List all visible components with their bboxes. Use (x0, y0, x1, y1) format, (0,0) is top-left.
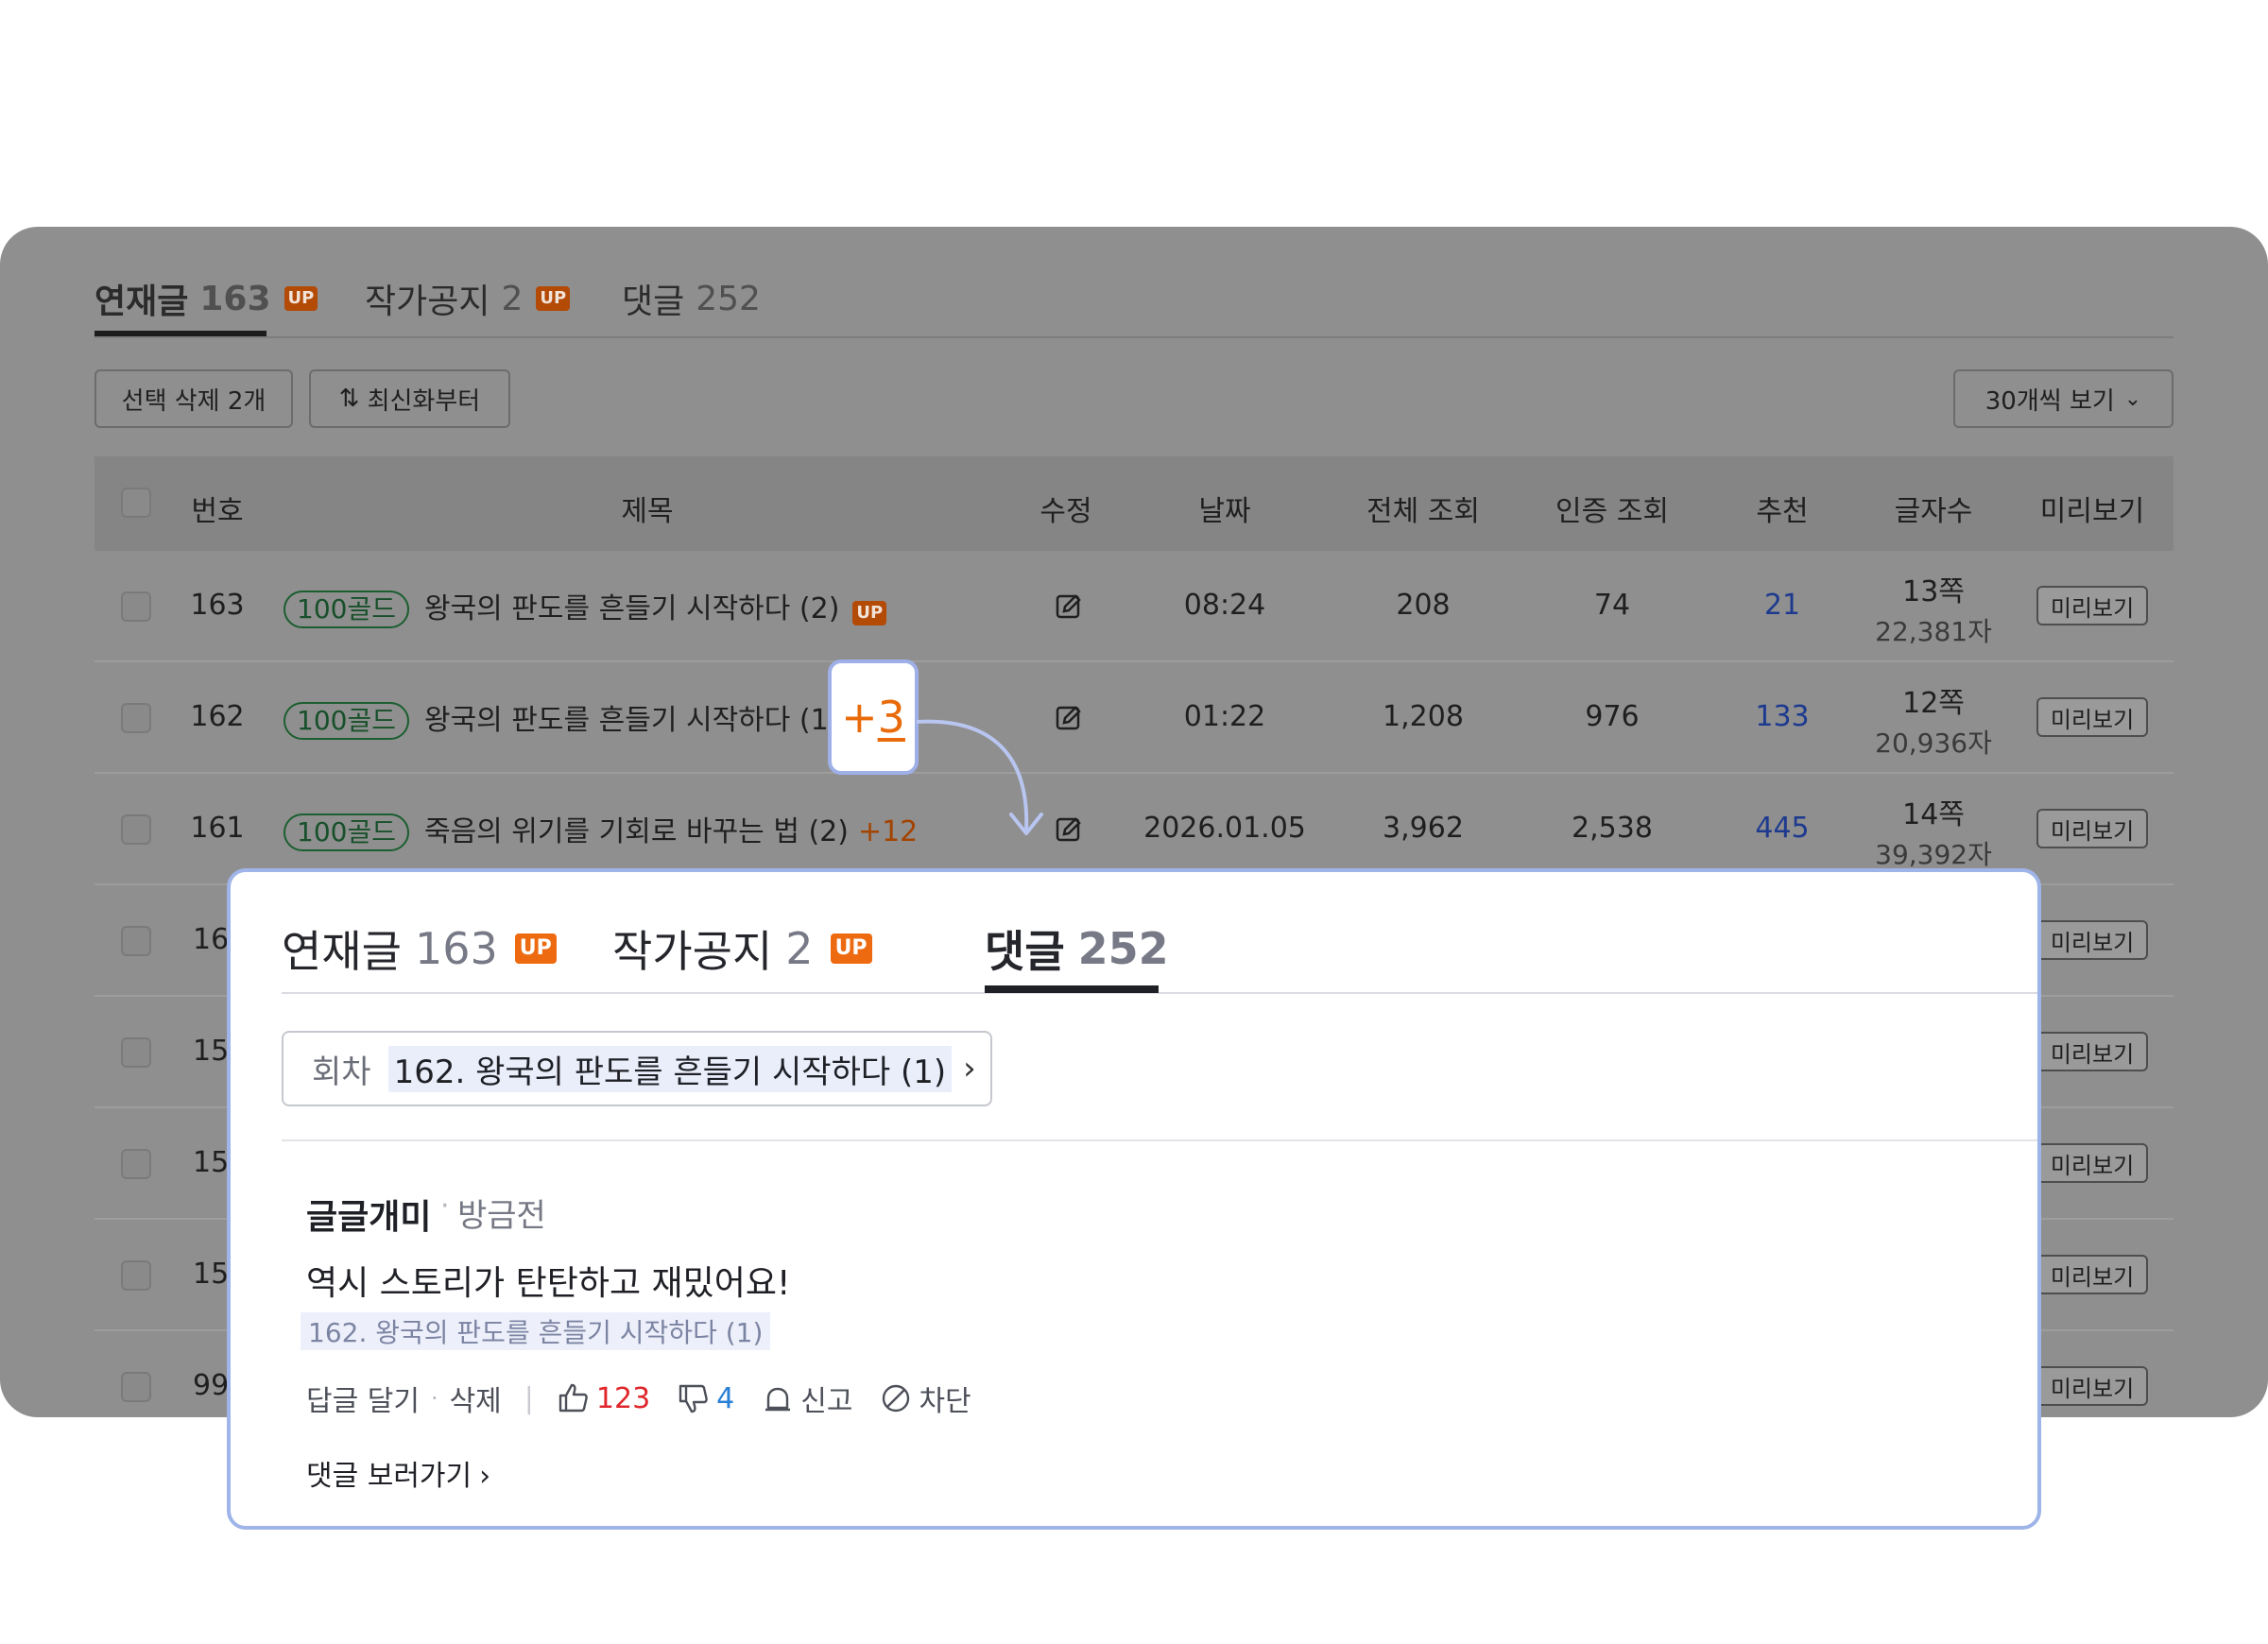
active-tab-indicator (985, 985, 1159, 993)
delete-button[interactable]: 삭제 (450, 1378, 502, 1419)
chevron-right-icon: › (963, 1050, 976, 1087)
preview-button[interactable]: 미리보기 (2036, 586, 2148, 625)
col-title: 제목 (621, 495, 674, 528)
reply-button[interactable]: 답글 달기 (306, 1378, 420, 1419)
table-row[interactable]: 162 100골드 왕국의 판도를 흔들기 시작하다 (1) 01:22 1,20… (94, 662, 2174, 774)
row-checkbox[interactable] (121, 1037, 151, 1068)
table-header: 번호 제목 수정 날짜 전체 조회 인증 조회 추천 글자수 미리보기 (94, 456, 2174, 551)
episode-filter[interactable]: 회차 162. 왕국의 판도를 흔들기 시작하다 (1) › (282, 1031, 992, 1106)
col-auth-views: 인증 조회 (1555, 495, 1669, 528)
thumbs-up-icon (558, 1383, 588, 1413)
comment-panel: 연재글 163 UP 작가공지 2 UP 댓글 252 회차 162. 왕국의 판도를 흔… (227, 868, 2041, 1530)
col-preview: 미리보기 (2039, 495, 2145, 528)
comment-time: 방금전 (457, 1197, 546, 1235)
comment-panel-tabs: 연재글 163 UP 작가공지 2 UP 댓글 252 (282, 872, 2037, 994)
gold-badge: 100골드 (284, 591, 409, 628)
gold-badge: 100골드 (284, 813, 409, 851)
up-badge: UP (536, 286, 571, 311)
gold-badge: 100골드 (284, 702, 409, 740)
board-tabs: 연재글 163 UP 작가공지 2 UP 댓글 252 (94, 227, 2174, 338)
dislike-button[interactable]: 4 (677, 1381, 734, 1415)
preview-button[interactable]: 미리보기 (2036, 1366, 2148, 1406)
preview-button[interactable]: 미리보기 (2036, 1255, 2148, 1294)
sort-icon: ⇅ (338, 385, 360, 413)
edit-icon[interactable] (1053, 591, 1085, 623)
thumbs-down-icon (679, 1384, 708, 1413)
siren-icon (765, 1387, 791, 1412)
comment-body: 역시 스토리가 탄탄하고 재밌어요! (306, 1264, 791, 1303)
chevron-down-icon: ⌄ (2123, 386, 2142, 411)
length-cell: 14쪽 39,392자 (1875, 798, 1992, 870)
col-edit: 수정 (1040, 495, 1092, 528)
separator-dot: · (430, 1385, 438, 1412)
separator-bar: | (524, 1381, 534, 1415)
preview-button[interactable]: 미리보기 (2036, 1143, 2148, 1183)
row-title[interactable]: 100골드 왕국의 판도를 흔들기 시작하다 (1) (284, 696, 839, 740)
row-checkbox[interactable] (121, 1149, 151, 1179)
divider (282, 1139, 2037, 1141)
preview-button[interactable]: 미리보기 (2036, 920, 2148, 960)
preview-button[interactable]: 미리보기 (2036, 697, 2148, 737)
row-title[interactable]: 100골드 죽음의 위기를 기회로 바꾸는 법 (2) +12 (284, 808, 918, 851)
delete-selected-button[interactable]: 선택 삭제 2개 (94, 369, 293, 428)
col-length: 글자수 (1894, 495, 1973, 528)
col-recommend: 추천 (1756, 495, 1809, 528)
row-checkbox[interactable] (121, 1372, 151, 1402)
row-title[interactable]: 100골드 왕국의 판도를 흔들기 시작하다 (2) UP (284, 585, 887, 628)
sort-button[interactable]: ⇅ 최신화부터 (309, 369, 510, 428)
up-badge: UP (830, 933, 872, 964)
report-button[interactable]: 신고 (761, 1378, 852, 1419)
col-date: 날짜 (1198, 495, 1251, 528)
active-tab-indicator (94, 331, 266, 336)
row-checkbox[interactable] (121, 591, 151, 622)
tab-comments[interactable]: 댓글 252 (622, 274, 761, 323)
like-button[interactable]: 123 (557, 1381, 650, 1415)
select-all-checkbox[interactable] (121, 488, 151, 518)
length-cell: 13쪽 22,381자 (1875, 575, 1992, 647)
chevron-right-icon: › (479, 1460, 491, 1493)
tab-serial[interactable]: 연재글 163 UP (282, 917, 557, 980)
tab-serial[interactable]: 연재글 163 UP (94, 274, 318, 323)
view-comments-link[interactable]: 댓글 보러가기 › (306, 1452, 490, 1494)
preview-button[interactable]: 미리보기 (2036, 1032, 2148, 1071)
per-page-select[interactable]: 30개씩 보기 ⌄ (1953, 369, 2174, 428)
length-cell: 12쪽 20,936자 (1875, 687, 1992, 759)
tab-notice[interactable]: 작가공지 2 UP (365, 274, 571, 323)
row-checkbox[interactable] (121, 1260, 151, 1291)
row-checkbox[interactable] (121, 814, 151, 845)
tab-notice[interactable]: 작가공지 2 UP (612, 917, 872, 980)
up-badge: UP (852, 601, 887, 625)
separator-dot: · (440, 1190, 450, 1223)
up-badge: UP (284, 286, 318, 311)
row-checkbox[interactable] (121, 926, 151, 956)
comment-author[interactable]: 글글개미 (306, 1190, 431, 1239)
block-button[interactable]: 차단 (879, 1378, 971, 1419)
tab-comments[interactable]: 댓글 252 (985, 917, 1169, 980)
callout-arrow-icon (916, 719, 1043, 835)
row-checkbox[interactable] (121, 703, 151, 733)
up-badge: UP (514, 933, 557, 964)
col-views: 전체 조회 (1366, 495, 1480, 528)
comment-episode-ref[interactable]: 162. 왕국의 판도를 흔들기 시작하다 (1) (301, 1312, 771, 1350)
preview-button[interactable]: 미리보기 (2036, 809, 2148, 848)
table-row[interactable]: 163 100골드 왕국의 판도를 흔들기 시작하다 (2) UP 08:24 20… (94, 551, 2174, 662)
block-icon (883, 1384, 910, 1413)
comment-actions: 답글 달기 · 삭제 | 123 4 신고 차단 (306, 1377, 998, 1420)
new-comment-badge: +3 (828, 659, 919, 775)
col-number: 번호 (191, 495, 244, 528)
